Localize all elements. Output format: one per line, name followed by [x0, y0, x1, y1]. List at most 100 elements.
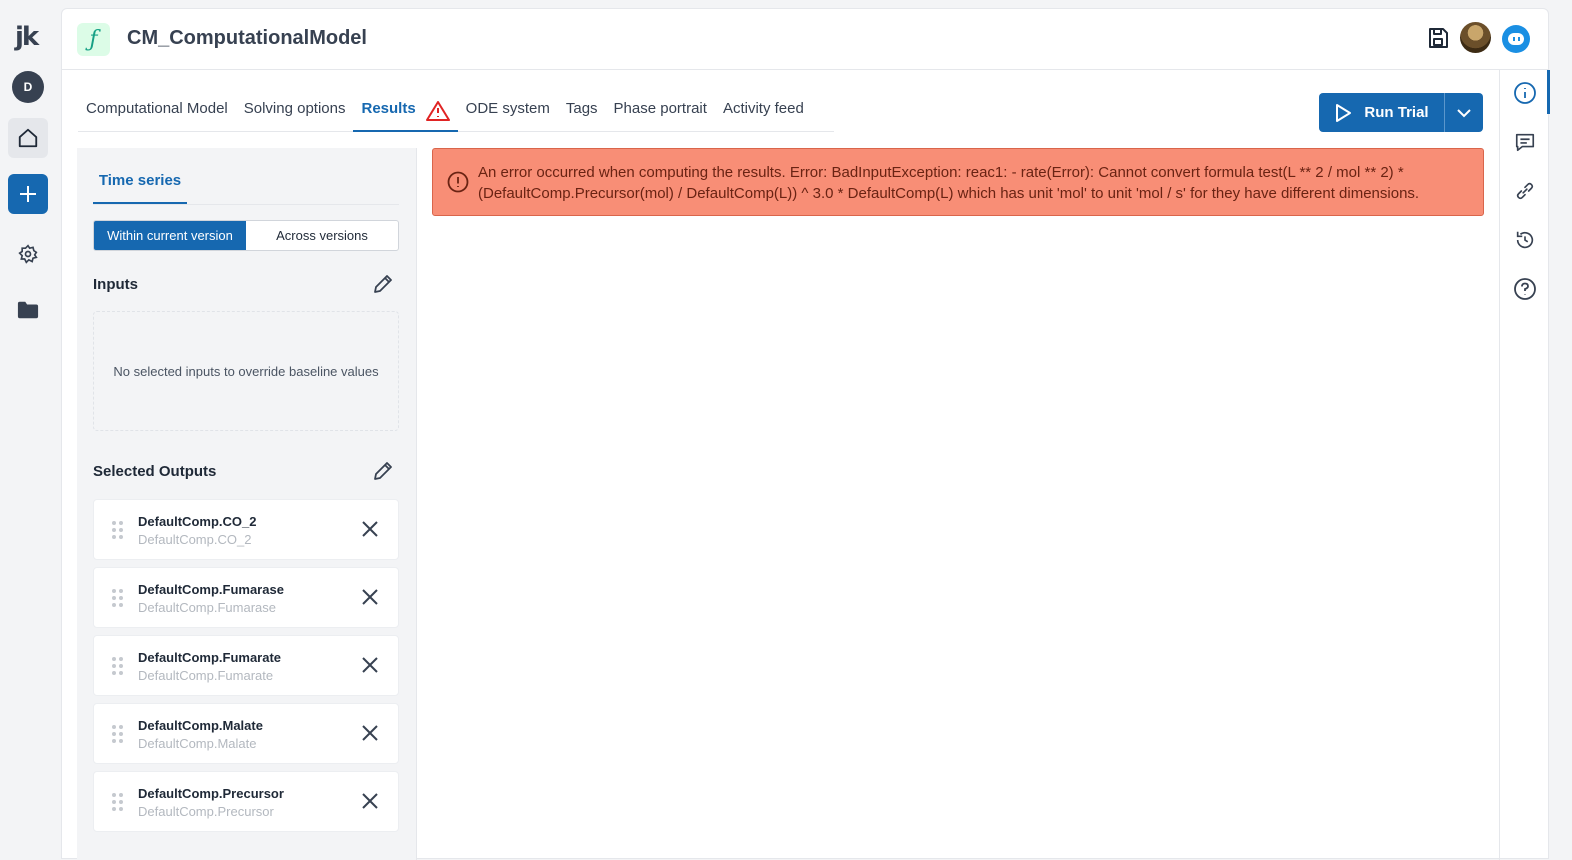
add-button[interactable]: [8, 174, 48, 214]
page-title: CM_ComputationalModel: [127, 27, 367, 49]
close-icon: [362, 589, 378, 605]
list-item[interactable]: DefaultComp.Precursor DefaultComp.Precur…: [93, 771, 399, 832]
chevron-down-icon: [1457, 108, 1471, 117]
folder-icon: [17, 301, 39, 319]
pencil-icon: [374, 462, 392, 480]
error-banner: An error occurred when computing the res…: [432, 148, 1484, 216]
toggle-within-current-version[interactable]: Within current version: [94, 221, 246, 250]
info-icon: [1514, 82, 1536, 104]
output-name: DefaultComp.Fumarate: [138, 650, 282, 665]
warning-icon: [425, 101, 450, 121]
run-options-dropdown[interactable]: [1444, 93, 1483, 132]
inputs-title: Inputs: [93, 276, 138, 293]
save-button[interactable]: [1426, 26, 1450, 55]
remove-output-button[interactable]: [360, 723, 380, 748]
drag-handle-icon[interactable]: [112, 725, 123, 743]
list-item[interactable]: DefaultComp.Fumarase DefaultComp.Fumaras…: [93, 567, 399, 628]
close-icon: [362, 725, 378, 741]
drag-handle-icon[interactable]: [112, 793, 123, 811]
gear-icon: [18, 244, 38, 264]
link-icon: [1516, 182, 1534, 200]
history-button[interactable]: [1512, 227, 1538, 253]
remove-output-button[interactable]: [360, 587, 380, 612]
selected-outputs-title: Selected Outputs: [93, 463, 217, 480]
remove-output-button[interactable]: [360, 519, 380, 544]
version-toggle: Within current version Across versions: [93, 220, 399, 251]
files-button[interactable]: [8, 290, 48, 330]
comments-button[interactable]: [1512, 129, 1538, 155]
tab-results[interactable]: Results: [353, 92, 458, 132]
output-subtitle: DefaultComp.Fumarase: [138, 600, 276, 615]
play-icon: [1336, 103, 1352, 122]
output-name: DefaultComp.Precursor: [138, 786, 284, 801]
edit-outputs-button[interactable]: [371, 459, 395, 488]
close-icon: [362, 657, 378, 673]
output-name: DefaultComp.Fumarase: [138, 582, 284, 597]
tab-phase-portrait[interactable]: Phase portrait: [606, 92, 715, 132]
tab-bar: Computational Model Solving options Resu…: [78, 92, 834, 132]
list-item[interactable]: DefaultComp.Malate DefaultComp.Malate: [93, 703, 399, 764]
selected-outputs-list: DefaultComp.CO_2 DefaultComp.CO_2 Defaul…: [93, 499, 399, 839]
tab-label: Computational Model: [86, 100, 228, 117]
help-button[interactable]: [1512, 276, 1538, 302]
user-avatar-initial[interactable]: D: [12, 71, 44, 103]
tab-activity-feed[interactable]: Activity feed: [715, 92, 812, 132]
pencil-icon: [374, 275, 392, 293]
tab-label: Results: [361, 100, 416, 117]
tab-tags[interactable]: Tags: [558, 92, 606, 132]
tab-time-series[interactable]: Time series: [93, 164, 187, 204]
drag-handle-icon[interactable]: [112, 589, 123, 607]
remove-output-button[interactable]: [360, 791, 380, 816]
tab-ode-system[interactable]: ODE system: [458, 92, 558, 132]
output-name: DefaultComp.Malate: [138, 718, 263, 733]
right-panel: [1499, 70, 1550, 860]
assistant-bot-icon[interactable]: [1502, 25, 1530, 53]
drag-handle-icon[interactable]: [112, 657, 123, 675]
tab-computational-model[interactable]: Computational Model: [78, 92, 236, 132]
info-button[interactable]: [1512, 80, 1538, 106]
error-circle-icon: [447, 171, 469, 193]
home-icon: [18, 128, 38, 148]
help-icon: [1514, 278, 1536, 300]
close-icon: [362, 521, 378, 537]
tab-solving-options[interactable]: Solving options: [236, 92, 354, 132]
edit-inputs-button[interactable]: [371, 272, 395, 301]
run-trial-button[interactable]: Run Trial: [1319, 93, 1444, 132]
tab-label: Activity feed: [722, 100, 804, 117]
output-subtitle: DefaultComp.Precursor: [138, 804, 274, 819]
home-button[interactable]: [8, 118, 48, 158]
run-trial-group: Run Trial: [1319, 93, 1483, 132]
model-function-icon: ƒ: [77, 23, 110, 56]
remove-output-button[interactable]: [360, 655, 380, 680]
tab-label: Solving options: [243, 100, 346, 117]
output-name: DefaultComp.CO_2: [138, 514, 257, 529]
plus-icon: [20, 186, 36, 202]
header: ƒ CM_ComputationalModel: [62, 9, 1548, 70]
drag-handle-icon[interactable]: [112, 521, 123, 539]
links-button[interactable]: [1512, 178, 1538, 204]
comment-icon: [1515, 133, 1535, 152]
inputs-empty-state: No selected inputs to override baseline …: [93, 311, 399, 431]
list-item[interactable]: DefaultComp.Fumarate DefaultComp.Fumarat…: [93, 635, 399, 696]
results-sidebar: Time series Within current version Acros…: [77, 148, 417, 860]
tab-label: Phase portrait: [613, 100, 707, 117]
app-logo[interactable]: jk: [15, 22, 39, 52]
error-message: An error occurred when computing the res…: [478, 164, 1420, 202]
run-trial-label: Run Trial: [1364, 104, 1429, 121]
save-icon: [1429, 28, 1448, 48]
tab-label: Tags: [565, 100, 598, 117]
output-subtitle: DefaultComp.Malate: [138, 736, 257, 751]
user-avatar[interactable]: [1460, 22, 1491, 53]
toggle-across-versions[interactable]: Across versions: [246, 221, 398, 250]
settings-button[interactable]: [8, 234, 48, 274]
history-icon: [1516, 231, 1534, 249]
main-card: ƒ CM_ComputationalModel Computational Mo…: [61, 8, 1550, 860]
output-subtitle: DefaultComp.Fumarate: [138, 668, 274, 683]
output-subtitle: DefaultComp.CO_2: [138, 532, 252, 547]
active-indicator: [1547, 70, 1550, 114]
list-item[interactable]: DefaultComp.CO_2 DefaultComp.CO_2: [93, 499, 399, 560]
left-rail: jk D: [0, 0, 60, 859]
divider: [93, 204, 399, 205]
close-icon: [362, 793, 378, 809]
tab-label: ODE system: [465, 100, 550, 117]
